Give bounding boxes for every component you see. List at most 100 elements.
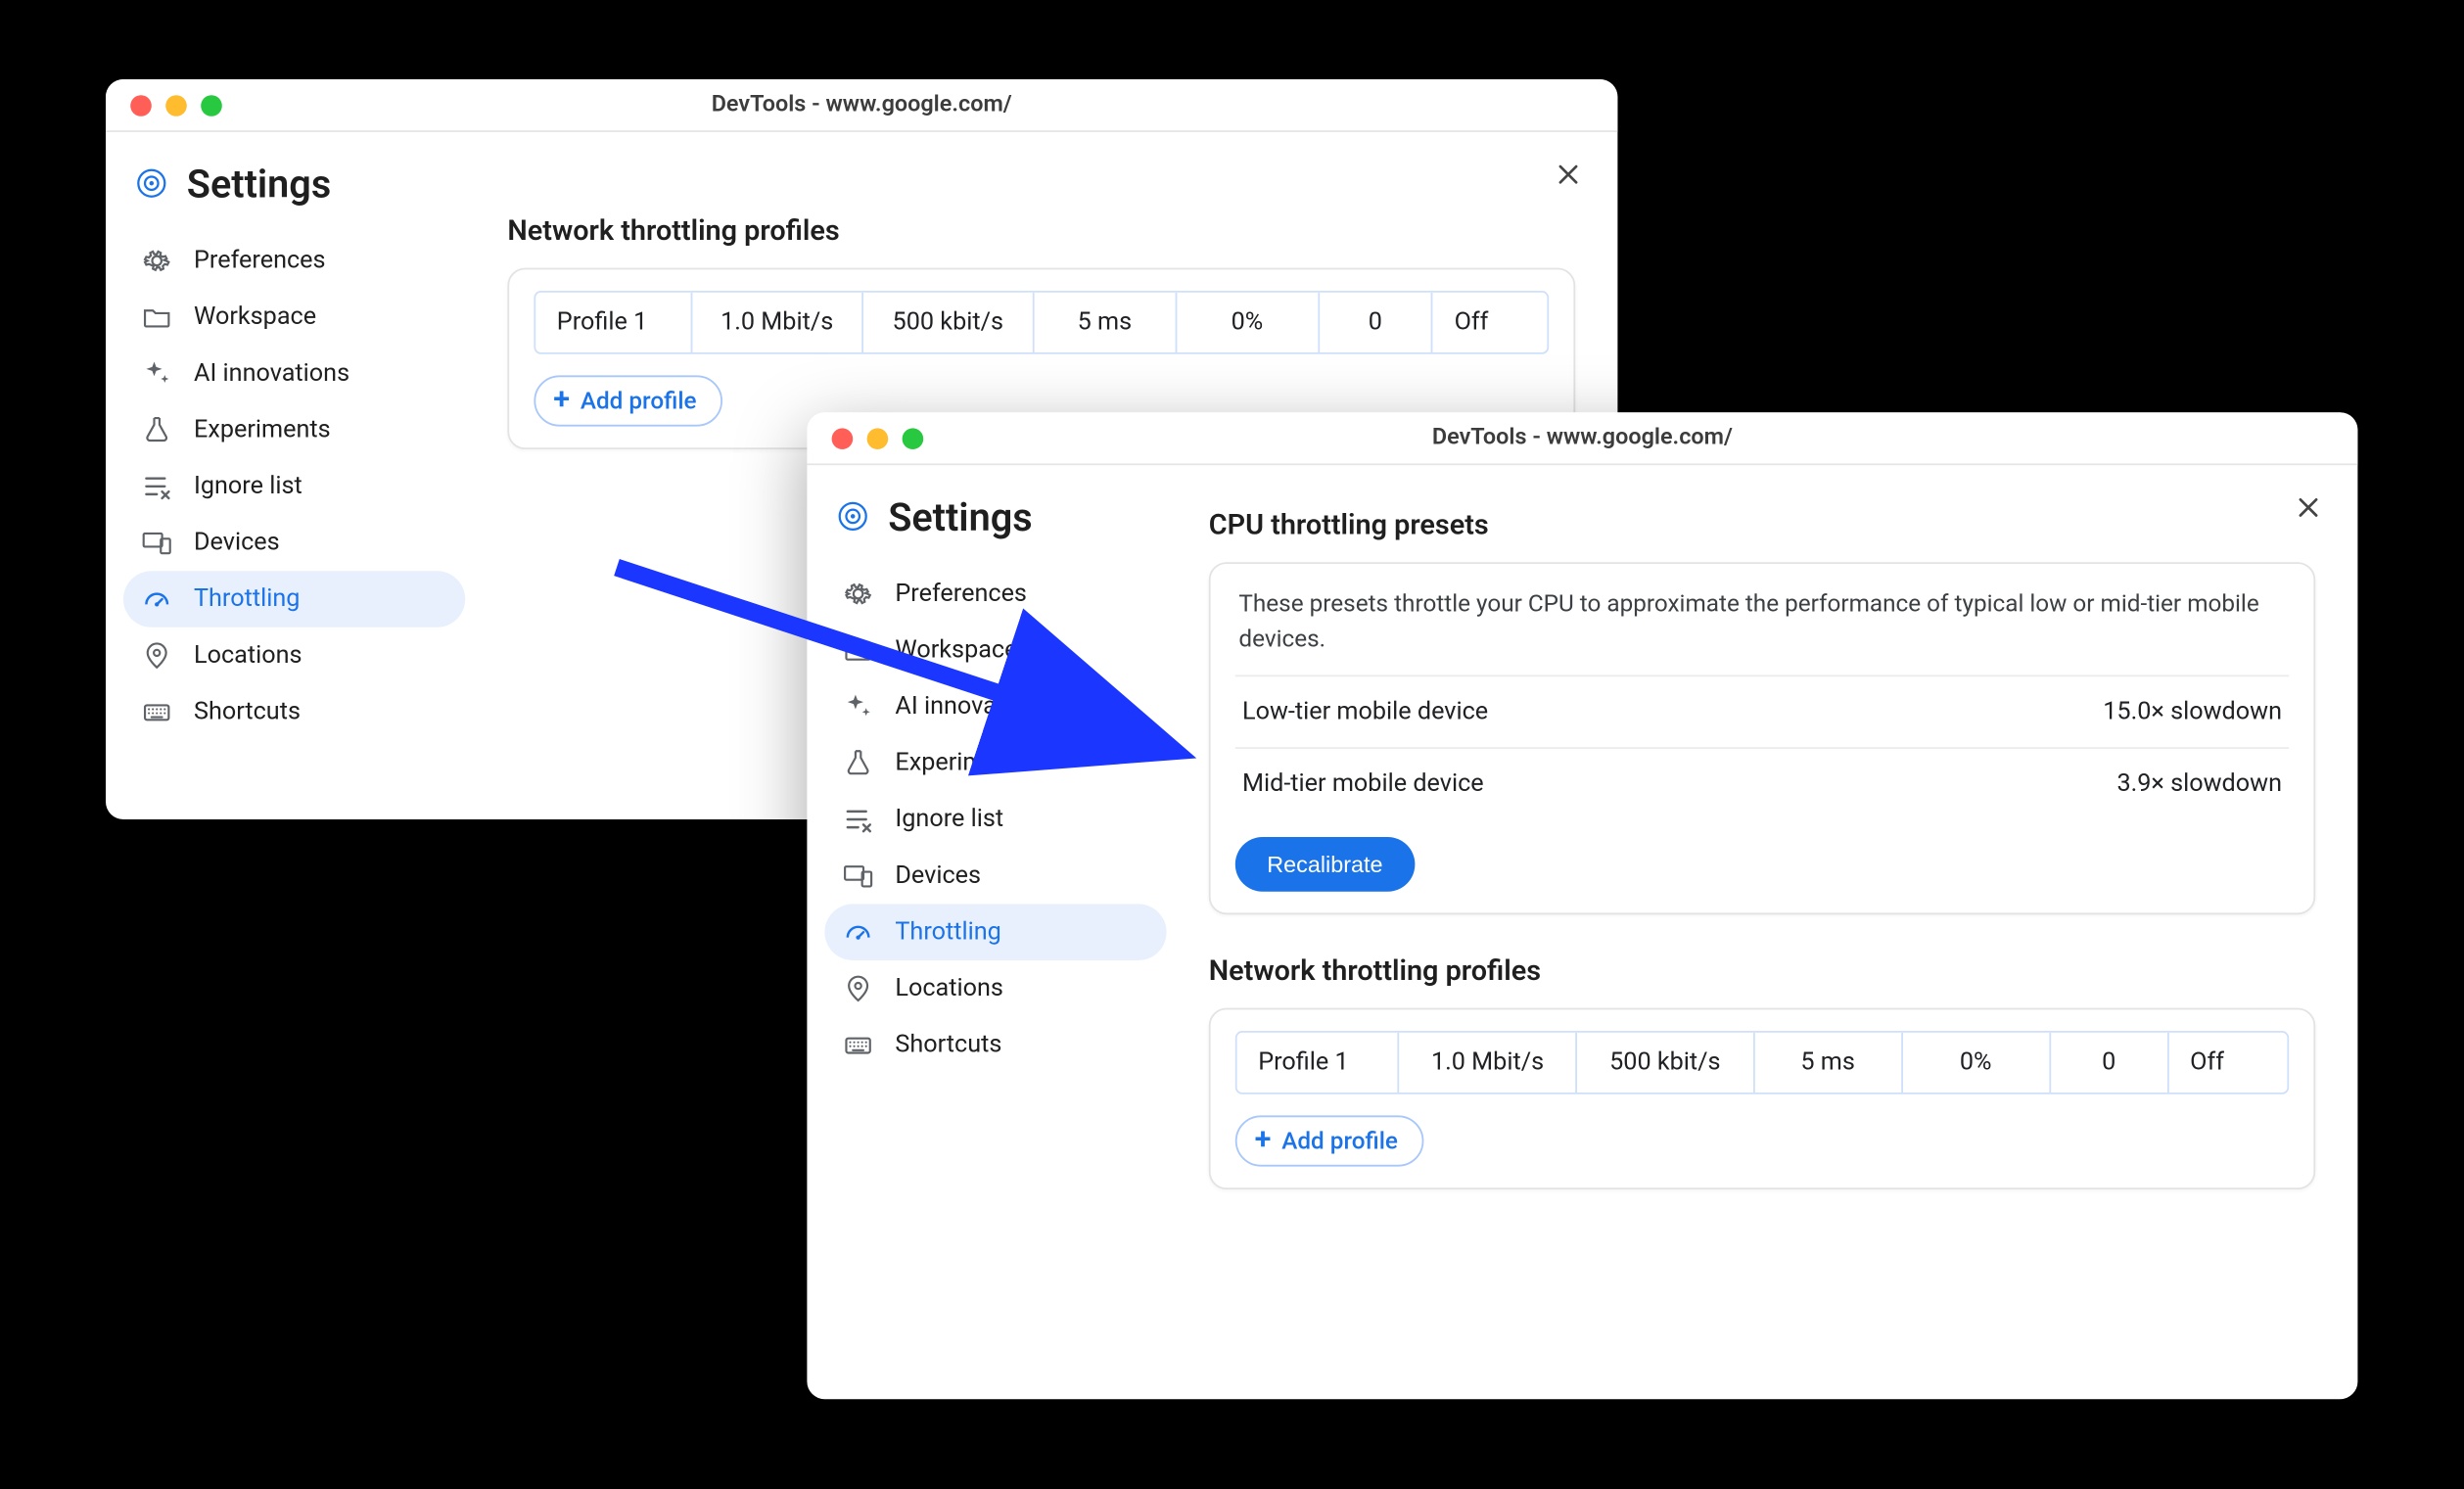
profile-table: Profile 11.0 Mbit/s500 kbit/s5 ms0%0Off <box>534 291 1549 354</box>
plus-icon: + <box>553 386 570 416</box>
settings-header: Settings <box>824 489 1166 565</box>
sidebar-item-label: Workspace <box>194 303 316 332</box>
profile-cell[interactable]: 500 kbit/s <box>863 293 1035 352</box>
profile-cell[interactable]: 0% <box>1177 293 1320 352</box>
sidebar-item-workspace[interactable]: Workspace <box>123 289 465 346</box>
traffic-lights <box>807 428 923 449</box>
maximize-dot-icon[interactable] <box>903 428 924 449</box>
maximize-dot-icon[interactable] <box>201 94 222 116</box>
minimize-dot-icon[interactable] <box>165 94 187 116</box>
sparkle-icon <box>141 357 172 389</box>
profile-cell[interactable]: 500 kbit/s <box>1577 1033 1754 1093</box>
sidebar-item-shortcuts[interactable]: Shortcuts <box>123 683 465 740</box>
sidebar-item-label: AI innovations <box>895 692 1050 721</box>
folder-icon <box>842 634 873 666</box>
settings-nav: Preferences Workspace AI innovations Experi… <box>824 566 1166 1073</box>
sidebar-item-devices[interactable]: Devices <box>123 515 465 572</box>
sidebar-item-ai-innovations[interactable]: AI innovations <box>824 678 1166 735</box>
sidebar-item-preferences[interactable]: Preferences <box>123 233 465 290</box>
sidebar-item-label: Preferences <box>194 247 326 275</box>
profile-cell[interactable]: 0 <box>2051 1033 2169 1093</box>
window-devtools-after: DevTools - www.google.com/ Settings Pref… <box>807 412 2357 1399</box>
settings-header: Settings <box>123 157 465 232</box>
minimize-dot-icon[interactable] <box>867 428 889 449</box>
profile-cell[interactable]: Profile 1 <box>1237 1033 1400 1093</box>
profile-cell[interactable]: 1.0 Mbit/s <box>1400 1033 1577 1093</box>
keyboard-icon <box>141 696 172 727</box>
profile-cell[interactable]: Profile 1 <box>535 293 692 352</box>
sidebar-item-locations[interactable]: Locations <box>123 628 465 684</box>
throttling-gauge-icon <box>141 583 172 615</box>
sidebar-item-experiments[interactable]: Experiments <box>123 401 465 458</box>
sidebar-item-label: Experiments <box>895 749 1032 777</box>
recalibrate-button[interactable]: Recalibrate <box>1235 837 1415 892</box>
sidebar-item-label: AI innovations <box>194 359 349 388</box>
add-profile-label: Add profile <box>1281 1127 1398 1155</box>
traffic-lights <box>106 94 222 116</box>
sidebar-item-throttling[interactable]: Throttling <box>824 904 1166 960</box>
flask-icon <box>141 414 172 445</box>
settings-main: CPU throttling presets These presets thr… <box>1177 465 2357 1399</box>
network-throttling-title: Network throttling profiles <box>507 213 1575 247</box>
titlebar: DevTools - www.google.com/ <box>106 79 1617 132</box>
devtools-logo-icon <box>835 498 870 540</box>
preset-value: 3.9× slowdown <box>2116 770 2282 799</box>
gear-icon <box>141 245 172 276</box>
profile-cell[interactable]: 1.0 Mbit/s <box>692 293 863 352</box>
folder-icon <box>141 302 172 333</box>
add-profile-button[interactable]: + Add profile <box>534 375 722 426</box>
cpu-throttling-title: CPU throttling presets <box>1209 507 2315 540</box>
profile-cell[interactable]: Off <box>2169 1033 2288 1093</box>
sidebar-item-ignore-list[interactable]: Ignore list <box>123 458 465 515</box>
sidebar-item-experiments[interactable]: Experiments <box>824 735 1166 792</box>
sparkle-icon <box>842 691 873 722</box>
sidebar-item-label: Shortcuts <box>194 698 301 726</box>
sidebar-item-label: Locations <box>194 641 302 670</box>
profile-cell[interactable]: Off <box>1433 293 1547 352</box>
sidebar-item-ai-innovations[interactable]: AI innovations <box>123 346 465 402</box>
close-settings-button[interactable] <box>2291 489 2326 525</box>
flask-icon <box>842 747 873 778</box>
sidebar-item-label: Experiments <box>194 416 331 444</box>
devices-icon <box>141 527 172 558</box>
sidebar-item-preferences[interactable]: Preferences <box>824 566 1166 623</box>
profile-cell[interactable]: 0 <box>1320 293 1433 352</box>
ignore-list-icon <box>842 804 873 835</box>
location-pin-icon <box>141 639 172 671</box>
profile-cell[interactable]: 5 ms <box>1035 293 1178 352</box>
settings-nav: Preferences Workspace AI innovations Experi… <box>123 233 465 740</box>
close-settings-button[interactable] <box>1551 157 1586 192</box>
sidebar-item-locations[interactable]: Locations <box>824 960 1166 1017</box>
plus-icon: + <box>1255 1126 1272 1156</box>
sidebar-item-label: Workspace <box>895 636 1017 665</box>
throttling-gauge-icon <box>842 916 873 948</box>
cpu-throttling-description: These presets throttle your CPU to appro… <box>1235 585 2289 675</box>
location-pin-icon <box>842 973 873 1004</box>
devtools-logo-icon <box>134 164 169 207</box>
network-throttling-title: Network throttling profiles <box>1209 954 2315 987</box>
settings-sidebar: Settings Preferences Workspace AI innovati… <box>807 465 1177 1399</box>
sidebar-item-ignore-list[interactable]: Ignore list <box>824 791 1166 848</box>
add-profile-button[interactable]: + Add profile <box>1235 1116 1424 1167</box>
keyboard-icon <box>842 1029 873 1060</box>
network-throttling-panel: Profile 11.0 Mbit/s500 kbit/s5 ms0%0Off … <box>1209 1008 2315 1189</box>
sidebar-item-label: Devices <box>895 861 981 890</box>
window-title: DevTools - www.google.com/ <box>807 425 2357 451</box>
add-profile-label: Add profile <box>581 387 697 415</box>
profile-table: Profile 11.0 Mbit/s500 kbit/s5 ms0%0Off <box>1235 1031 2289 1094</box>
sidebar-item-label: Ignore list <box>194 472 302 500</box>
close-dot-icon[interactable] <box>832 428 854 449</box>
profile-cell[interactable]: 0% <box>1903 1033 2051 1093</box>
cpu-preset-row: Mid-tier mobile device3.9× slowdown <box>1235 747 2289 819</box>
ignore-list-icon <box>141 471 172 502</box>
cpu-presets-list: Low-tier mobile device15.0× slowdownMid-… <box>1235 675 2289 820</box>
sidebar-item-label: Preferences <box>895 580 1027 608</box>
sidebar-item-devices[interactable]: Devices <box>824 848 1166 905</box>
close-dot-icon[interactable] <box>130 94 152 116</box>
sidebar-item-throttling[interactable]: Throttling <box>123 571 465 628</box>
cpu-throttling-panel: These presets throttle your CPU to appro… <box>1209 562 2315 914</box>
sidebar-item-workspace[interactable]: Workspace <box>824 622 1166 678</box>
sidebar-item-shortcuts[interactable]: Shortcuts <box>824 1017 1166 1074</box>
sidebar-item-label: Throttling <box>194 585 300 614</box>
profile-cell[interactable]: 5 ms <box>1754 1033 1902 1093</box>
